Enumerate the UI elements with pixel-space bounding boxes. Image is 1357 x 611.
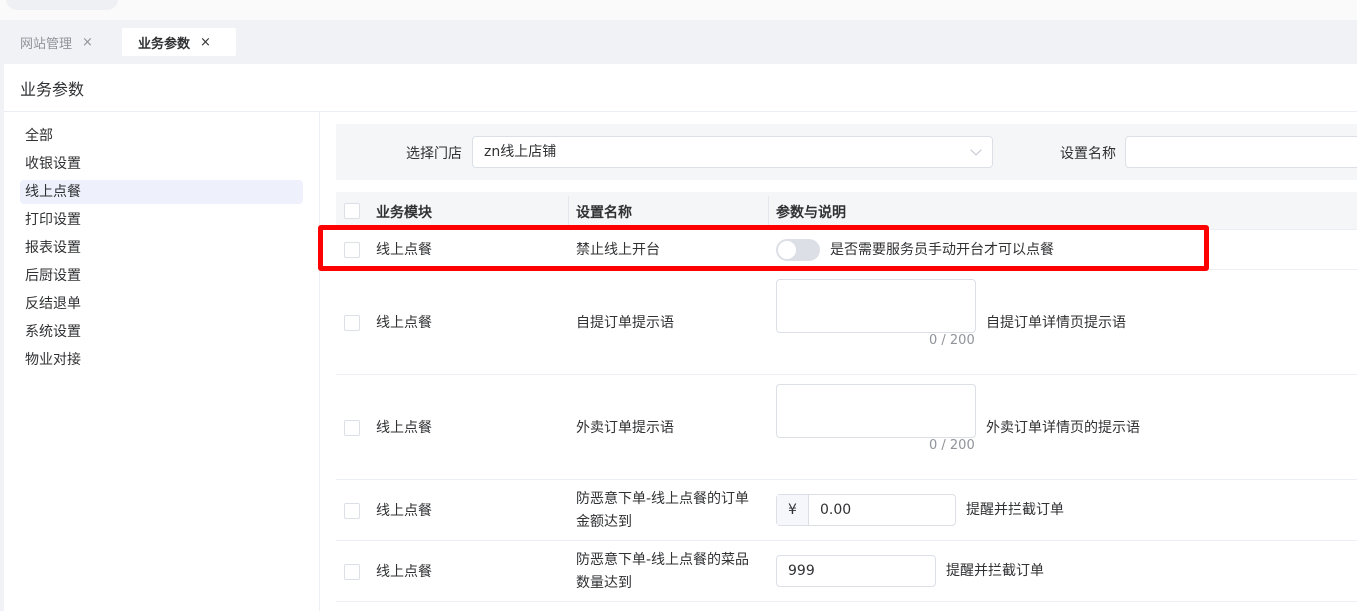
close-icon[interactable]: × — [82, 35, 93, 50]
row-checkbox[interactable] — [344, 503, 360, 519]
header-module: 业务模块 — [376, 205, 432, 221]
main-panel: 业务参数 全部 收银设置 线上点餐 打印设置 报表设置 后厨设置 反结退单 系统… — [4, 64, 1357, 611]
row-checkbox[interactable] — [344, 420, 360, 436]
row-setting-name: 防恶意下单-线上点餐的菜品 — [576, 552, 750, 568]
row-description: 提醒并拦截订单 — [946, 563, 1044, 579]
highlight-box — [318, 225, 1209, 271]
row-module: 线上点餐 — [376, 564, 432, 580]
char-counter: 0 / 200 — [929, 333, 975, 348]
row-setting-name: 外卖订单提示语 — [576, 420, 674, 436]
close-icon[interactable]: × — [200, 35, 211, 50]
filter-bar: 选择门店 zn线上店铺 设置名称 — [336, 124, 1357, 180]
quantity-input[interactable]: 999 — [776, 555, 936, 587]
table-row: 线上点餐 防恶意下单-线上点餐的菜品 数量达到 999 提醒并拦截订单 — [336, 541, 1357, 602]
amount-value: 0.00 — [820, 502, 852, 518]
sidebar-item-property[interactable]: 物业对接 — [20, 348, 303, 372]
table-row: 线上点餐 防恶意下单-线上点餐的订单 金额达到 ¥ 0.00 提醒并拦截订单 — [336, 480, 1357, 541]
row-description: 自提订单详情页提示语 — [986, 315, 1126, 331]
column-separator — [768, 196, 769, 226]
tip-textarea[interactable] — [776, 279, 976, 333]
row-checkbox[interactable] — [344, 315, 360, 331]
sidebar-item-refund[interactable]: 反结退单 — [20, 292, 303, 316]
top-pill — [6, 0, 118, 10]
tip-textarea[interactable] — [776, 384, 976, 438]
tab-label: 网站管理 — [20, 36, 73, 52]
sidebar-item-report[interactable]: 报表设置 — [20, 236, 303, 260]
tab-website-management[interactable]: 网站管理 × — [4, 28, 109, 56]
sidebar-item-kitchen[interactable]: 后厨设置 — [20, 264, 303, 288]
chevron-down-icon — [970, 144, 982, 156]
row-module: 线上点餐 — [376, 503, 432, 519]
header-param: 参数与说明 — [776, 205, 846, 221]
row-setting-name-cont: 数量达到 — [576, 575, 632, 591]
row-module: 线上点餐 — [376, 420, 432, 436]
sidebar-item-online-order[interactable]: 线上点餐 — [20, 180, 303, 204]
row-module: 线上点餐 — [376, 315, 432, 331]
row-description: 外卖订单详情页的提示语 — [986, 420, 1140, 436]
row-setting-name-cont: 金额达到 — [576, 514, 632, 530]
amount-input[interactable]: ¥ 0.00 — [776, 494, 956, 526]
store-label: 选择门店 — [406, 146, 462, 162]
table-row: 线上点餐 自提订单提示语 0 / 200 自提订单详情页提示语 — [336, 270, 1357, 375]
tab-bar: 网站管理 × 业务参数 × — [0, 20, 1357, 64]
char-counter: 0 / 200 — [929, 438, 975, 453]
table-row: 线上点餐 外卖订单提示语 0 / 200 外卖订单详情页的提示语 — [336, 375, 1357, 480]
top-strip — [0, 0, 1357, 20]
tab-business-params[interactable]: 业务参数 × — [122, 28, 236, 56]
sidebar-item-print[interactable]: 打印设置 — [20, 208, 303, 232]
currency-prefix: ¥ — [777, 495, 809, 525]
row-description: 提醒并拦截订单 — [966, 502, 1064, 518]
column-separator — [568, 196, 569, 226]
store-select-value: zn线上店铺 — [484, 144, 557, 160]
row-setting-name: 自提订单提示语 — [576, 315, 674, 331]
sidebar-item-system[interactable]: 系统设置 — [20, 320, 303, 344]
header-name: 设置名称 — [576, 205, 632, 221]
tab-label: 业务参数 — [138, 36, 191, 52]
row-setting-name: 防恶意下单-线上点餐的订单 — [576, 491, 750, 507]
sidebar-item-cashier[interactable]: 收银设置 — [20, 152, 303, 176]
setting-name-label: 设置名称 — [1060, 146, 1116, 162]
store-select[interactable]: zn线上店铺 — [472, 136, 993, 168]
row-checkbox[interactable] — [344, 564, 360, 580]
select-all-checkbox[interactable] — [344, 203, 360, 219]
category-sidebar: 全部 收银设置 线上点餐 打印设置 报表设置 后厨设置 反结退单 系统设置 物业… — [4, 112, 320, 611]
page-title: 业务参数 — [20, 80, 85, 99]
setting-name-input[interactable] — [1125, 136, 1357, 168]
sidebar-item-all[interactable]: 全部 — [20, 124, 303, 148]
